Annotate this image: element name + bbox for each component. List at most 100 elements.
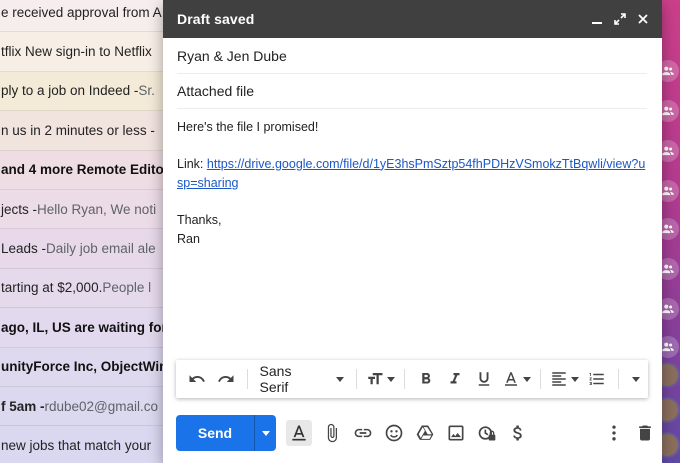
send-options-button[interactable] bbox=[254, 415, 276, 451]
inbox-row-subject: tflix New sign-in to Netflix bbox=[1, 44, 152, 60]
align-icon bbox=[552, 372, 566, 386]
more-formatting-button[interactable] bbox=[624, 365, 647, 393]
close-button[interactable] bbox=[636, 12, 650, 26]
bold-icon bbox=[422, 373, 431, 384]
insert-link-button[interactable] bbox=[352, 422, 374, 444]
chevron-down-icon bbox=[387, 376, 396, 382]
inbox-row-subject: tarting at $2,000. bbox=[1, 280, 103, 296]
subject-text: Attached file bbox=[177, 83, 255, 99]
closing-line: Thanks, bbox=[177, 212, 222, 227]
dollar-icon bbox=[513, 425, 522, 441]
message-body[interactable]: Here's the file I promised! Link: https:… bbox=[177, 118, 649, 250]
subject-field[interactable]: Attached file bbox=[177, 74, 647, 109]
people-icon bbox=[662, 342, 674, 352]
inbox-row-subject: e received approval from A bbox=[1, 4, 162, 20]
underline-button[interactable] bbox=[470, 365, 499, 393]
inbox-row[interactable]: new jobs that match your bbox=[0, 426, 170, 463]
photo-icon bbox=[448, 425, 464, 441]
redo-button[interactable] bbox=[211, 365, 240, 393]
minimize-icon bbox=[592, 22, 602, 24]
insert-emoji-button[interactable] bbox=[383, 422, 405, 444]
people-icon bbox=[662, 264, 674, 274]
trash-icon bbox=[639, 425, 651, 441]
fullscreen-button[interactable] bbox=[613, 12, 627, 26]
inbox-row-subject: ago, IL, US are waiting for bbox=[1, 319, 167, 335]
inbox-row[interactable]: ago, IL, US are waiting for bbox=[0, 308, 170, 348]
compose-header-controls bbox=[590, 0, 650, 38]
align-button[interactable] bbox=[547, 365, 582, 393]
inbox-row-snippet: Hello Ryan, We noti bbox=[37, 201, 157, 217]
inbox-row[interactable]: n us in 2 minutes or less - bbox=[0, 111, 170, 151]
inbox-row[interactable]: tflix New sign-in to Netflix bbox=[0, 32, 170, 72]
formatting-options-button[interactable] bbox=[286, 420, 312, 446]
formatting-toolbar: Sans Serif bbox=[176, 360, 648, 398]
more-formatting-icon bbox=[632, 376, 641, 382]
compose-title: Draft saved bbox=[177, 11, 255, 27]
inbox-row-snippet: People l bbox=[102, 280, 152, 296]
inbox-row-subject: Leads - bbox=[1, 241, 47, 257]
toolbar-divider bbox=[404, 369, 406, 389]
underline-icon bbox=[479, 372, 490, 386]
drive-icon bbox=[416, 425, 434, 440]
text-size-button[interactable] bbox=[363, 365, 398, 393]
to-field[interactable]: Ryan & Jen Dube bbox=[177, 39, 647, 74]
inbox-row-subject: new jobs that match your bbox=[1, 438, 152, 454]
text-size-icon bbox=[368, 373, 383, 385]
inbox-row[interactable]: jects - Hello Ryan, We noti bbox=[0, 190, 170, 230]
toolbar-divider bbox=[246, 369, 248, 389]
toolbar-divider bbox=[540, 369, 542, 389]
inbox-row-subject: and 4 more Remote Edito bbox=[1, 162, 164, 178]
inbox-row-subject: unityForce Inc, ObjectWin bbox=[1, 359, 168, 375]
insert-photo-button[interactable] bbox=[445, 422, 467, 444]
inbox-row[interactable]: f 5am - rdube02@gmail.co bbox=[0, 387, 170, 427]
to-recipient: Ryan & Jen Dube bbox=[177, 48, 287, 64]
link-label: Link: bbox=[177, 156, 207, 171]
undo-button[interactable] bbox=[182, 365, 211, 393]
send-money-button[interactable] bbox=[507, 422, 529, 444]
more-options-icon bbox=[612, 425, 616, 441]
text-color-button[interactable] bbox=[499, 365, 534, 393]
people-icon bbox=[662, 304, 674, 314]
insert-drive-button[interactable] bbox=[414, 422, 436, 444]
inbox-row-subject: f 5am - bbox=[1, 398, 45, 414]
numbered-list-button[interactable] bbox=[582, 365, 611, 393]
discard-draft-button[interactable] bbox=[634, 422, 656, 444]
inbox-row-snippet: Sr. bbox=[138, 83, 155, 99]
people-icon bbox=[662, 224, 674, 234]
bold-button[interactable] bbox=[411, 365, 440, 393]
inbox-row[interactable]: e received approval from A bbox=[0, 0, 170, 33]
inbox-row[interactable]: ply to a job on Indeed - Sr. bbox=[0, 71, 170, 112]
chevron-down-icon bbox=[571, 376, 580, 382]
drive-link[interactable]: https://drive.google.com/file/d/1yE3hsPm… bbox=[177, 157, 645, 191]
link-icon bbox=[354, 428, 372, 438]
compose-actions-bar: Send bbox=[176, 415, 656, 451]
people-icon bbox=[662, 106, 674, 116]
chevron-down-icon bbox=[523, 376, 532, 382]
toolbar-divider bbox=[617, 369, 619, 389]
inbox-row[interactable]: and 4 more Remote Edito bbox=[0, 150, 170, 190]
expand-icon bbox=[614, 13, 626, 25]
send-button[interactable]: Send bbox=[176, 415, 254, 451]
attach-file-button[interactable] bbox=[321, 422, 343, 444]
text-color-icon bbox=[505, 372, 518, 386]
emoji-icon bbox=[385, 424, 403, 442]
chevron-down-icon bbox=[261, 430, 270, 436]
inbox-row-subject: n us in 2 minutes or less - bbox=[1, 122, 155, 138]
font-family-select[interactable]: Sans Serif bbox=[254, 363, 351, 395]
more-options-button[interactable] bbox=[603, 422, 625, 444]
inbox-row[interactable]: tarting at $2,000. People l bbox=[0, 268, 170, 309]
inbox-row[interactable]: Leads - Daily job email ale bbox=[0, 229, 170, 269]
inbox-row[interactable]: unityForce Inc, ObjectWin bbox=[0, 347, 170, 387]
people-icon bbox=[662, 186, 674, 196]
body-link-line: Link: https://drive.google.com/file/d/1y… bbox=[177, 155, 649, 194]
compose-header: Draft saved bbox=[163, 0, 662, 38]
inbox-row-subject: jects - bbox=[1, 201, 38, 217]
attach-icon bbox=[327, 423, 337, 443]
numbered-list-icon bbox=[589, 373, 604, 385]
close-icon bbox=[638, 14, 648, 24]
confidential-mode-button[interactable] bbox=[476, 422, 498, 444]
formatting-options-icon bbox=[292, 425, 306, 441]
minimize-button[interactable] bbox=[590, 12, 604, 26]
body-line: Here's the file I promised! bbox=[177, 120, 319, 134]
italic-button[interactable] bbox=[440, 365, 469, 393]
